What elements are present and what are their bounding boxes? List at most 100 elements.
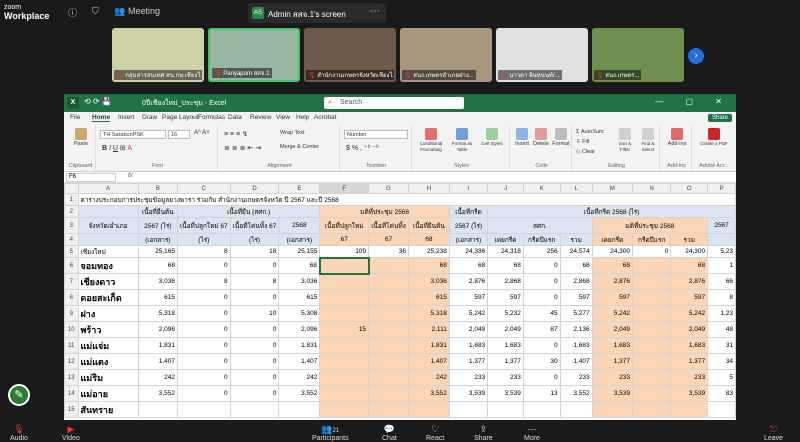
table-cell[interactable]: 5,23 xyxy=(707,245,736,258)
table-cell[interactable] xyxy=(632,257,672,274)
table-cell[interactable]: 8 xyxy=(229,273,280,290)
table-cell[interactable]: 1,407 xyxy=(559,353,593,370)
font-name-select[interactable]: TH SarabunPSK xyxy=(100,130,166,139)
participant-tile[interactable]: 🎙 สำนักงานเกษตรจังหวัดเชียงใ... xyxy=(304,28,396,82)
column-header[interactable]: L xyxy=(559,183,593,194)
row-header[interactable]: 3 xyxy=(64,217,79,234)
table-cell[interactable]: 0 xyxy=(229,353,280,370)
table-cell[interactable]: 597 xyxy=(670,289,709,306)
row-header[interactable]: 14 xyxy=(64,385,79,402)
table-cell[interactable] xyxy=(319,273,370,290)
header-cell[interactable]: รวม xyxy=(670,233,709,246)
table-cell[interactable]: สันทราย xyxy=(77,401,139,418)
header-cell[interactable]: เนื้อที่โค่นทิ้ง xyxy=(368,217,409,234)
table-cell[interactable]: 5,242 xyxy=(670,305,709,322)
header-cell[interactable] xyxy=(77,233,139,246)
menu-tab[interactable]: Help xyxy=(296,114,309,121)
table-cell[interactable] xyxy=(368,385,409,402)
table-cell[interactable]: 48 xyxy=(707,321,736,338)
font-size-select[interactable]: 16 xyxy=(168,130,190,139)
paste-button[interactable]: Paste xyxy=(68,128,94,147)
table-cell[interactable]: 3,552 xyxy=(407,385,450,402)
column-header[interactable]: P xyxy=(707,183,736,194)
table-cell[interactable] xyxy=(591,401,634,418)
cell-styles-button[interactable]: Cell Styles xyxy=(478,128,506,147)
table-cell[interactable]: 1,683 xyxy=(591,337,634,354)
header-cell[interactable]: เนื้อที่โค่นทิ้ง 67 xyxy=(229,217,280,234)
table-cell[interactable]: 0 xyxy=(229,257,280,274)
table-cell[interactable]: 5,242 xyxy=(591,305,634,322)
column-header[interactable]: K xyxy=(522,183,561,194)
table-cell[interactable] xyxy=(632,321,672,338)
table-cell[interactable]: 2,136 xyxy=(559,321,593,338)
table-cell[interactable]: 597 xyxy=(448,289,489,306)
format-cells-button[interactable]: Format xyxy=(551,128,571,147)
table-cell[interactable]: 30 xyxy=(522,353,561,370)
find-select-button[interactable]: Find & Select xyxy=(637,128,659,153)
table-cell[interactable]: 24,336 xyxy=(448,245,489,258)
table-cell[interactable]: 2,868 xyxy=(559,273,593,290)
format-as-table-button[interactable]: Format as Table xyxy=(448,128,476,153)
table-cell[interactable]: 8 xyxy=(176,273,231,290)
table-cell[interactable]: 3,036 xyxy=(278,273,321,290)
column-header[interactable]: J xyxy=(487,183,524,194)
header-cell[interactable]: เนื้อที่ปลูกใหม่ xyxy=(319,217,370,234)
table-cell[interactable] xyxy=(707,401,736,418)
participant-tile[interactable]: 🎙 สนง.เกษตร... xyxy=(592,28,684,82)
header-cell[interactable]: มติที่ประชุม 2568 xyxy=(591,217,709,234)
table-cell[interactable]: 0 xyxy=(176,353,231,370)
column-header[interactable]: O xyxy=(670,183,709,194)
header-cell[interactable]: เนื้อที่ยืนต้น xyxy=(407,217,450,234)
column-header[interactable]: N xyxy=(632,183,672,194)
table-cell[interactable]: 5,242 xyxy=(448,305,489,322)
clear-button[interactable]: ◇ Clear xyxy=(576,149,595,155)
table-cell[interactable]: 3,539 xyxy=(448,385,489,402)
table-cell[interactable]: 2,096 xyxy=(137,321,178,338)
table-cell[interactable]: 1,377 xyxy=(487,353,524,370)
number-format-select[interactable]: Number xyxy=(344,130,408,139)
header-cell[interactable]: 67 xyxy=(368,233,409,246)
table-cell[interactable]: 242 xyxy=(407,369,450,386)
column-header-row[interactable]: ABCDEFGHIJKLMNOP xyxy=(64,183,736,194)
table-cell[interactable]: 31 xyxy=(707,337,736,354)
table-cell[interactable]: 18 xyxy=(229,245,280,258)
table-cell[interactable] xyxy=(137,401,178,418)
row-header[interactable]: 6 xyxy=(64,257,79,274)
table-cell[interactable]: 0 xyxy=(522,337,561,354)
search-box[interactable]: ⌕ Search xyxy=(324,97,464,109)
delete-cells-button[interactable]: Delete xyxy=(532,128,550,147)
table-cell[interactable]: 25,155 xyxy=(278,245,321,258)
table-cell[interactable]: 3,539 xyxy=(487,385,524,402)
table-cell[interactable]: 1,683 xyxy=(670,337,709,354)
table-cell[interactable]: 2,049 xyxy=(591,321,634,338)
row-header[interactable]: 2 xyxy=(64,205,79,218)
column-header[interactable]: C xyxy=(176,183,231,194)
table-cell[interactable] xyxy=(448,401,489,418)
table-cell[interactable]: 45 xyxy=(522,305,561,322)
participant-tile[interactable]: 🎙 Pariyapom สสจ.1 xyxy=(208,28,300,82)
table-cell[interactable]: 5,318 xyxy=(137,305,178,322)
security-shield-icon[interactable]: ⛉ xyxy=(92,6,99,17)
table-cell[interactable] xyxy=(368,305,409,322)
row-header[interactable]: 9 xyxy=(64,305,79,322)
header-cell[interactable]: 2568 xyxy=(278,217,321,234)
title-cell[interactable]: ตารางประกอบการประชุมข้อมูลยางพารา ร่วมกั… xyxy=(77,193,736,206)
table-cell[interactable]: พร้าว xyxy=(77,321,139,338)
table-cell[interactable]: 233 xyxy=(591,369,634,386)
table-cell[interactable] xyxy=(319,305,370,322)
align-horizontal-icons[interactable]: ≣ ≣ ≣ ⇤ ⇥ xyxy=(224,144,261,152)
header-cell[interactable]: กรีดปีแรก xyxy=(522,233,561,246)
table-cell[interactable]: 2,876 xyxy=(591,273,634,290)
table-cell[interactable] xyxy=(632,385,672,402)
table-cell[interactable]: 24,300 xyxy=(670,245,709,258)
table-cell[interactable]: 24,574 xyxy=(559,245,593,258)
table-cell[interactable]: 233 xyxy=(670,369,709,386)
column-header[interactable]: D xyxy=(229,183,280,194)
header-cell[interactable]: (ไร่) xyxy=(176,233,231,246)
header-cell[interactable]: กรีดปีแรก xyxy=(632,233,672,246)
table-cell[interactable]: 3,539 xyxy=(591,385,634,402)
next-page-icon[interactable]: › xyxy=(688,48,704,64)
table-cell[interactable] xyxy=(487,401,524,418)
wrap-text-button[interactable]: Wrap Text xyxy=(280,130,305,136)
table-cell[interactable]: 5,232 xyxy=(487,305,524,322)
